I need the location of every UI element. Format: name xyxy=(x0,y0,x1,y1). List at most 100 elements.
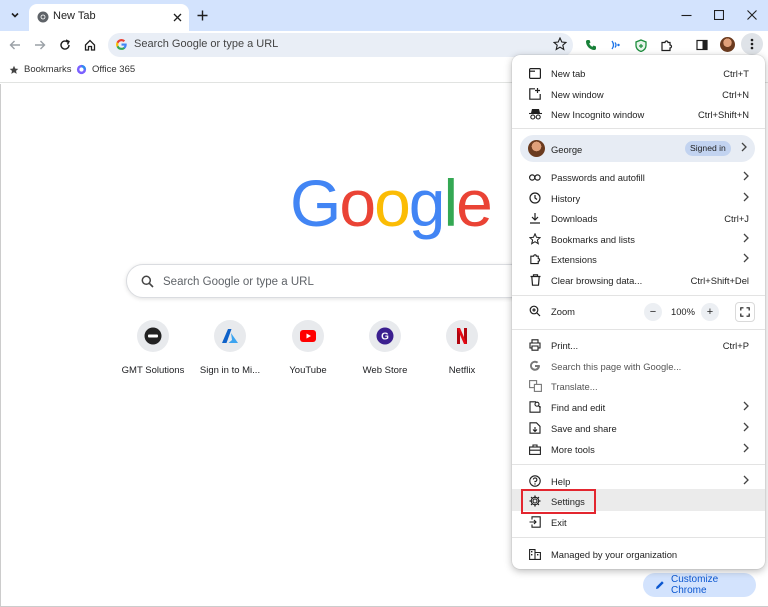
side-panel-icon[interactable] xyxy=(693,36,711,54)
menu-item-extensions[interactable]: Extensions xyxy=(512,249,765,269)
zoom-out-button[interactable]: − xyxy=(644,303,662,321)
bookmark-label: Bookmarks xyxy=(24,64,72,75)
menu-item-zoom: Zoom − 100% + xyxy=(512,301,765,323)
star-icon[interactable] xyxy=(553,37,567,51)
tab-strip: New Tab xyxy=(0,0,768,31)
reload-icon[interactable] xyxy=(56,36,74,54)
help-icon xyxy=(528,474,542,488)
azure-icon xyxy=(214,320,246,352)
menu-label: Passwords and autofill xyxy=(551,172,645,183)
gmt-solutions-icon xyxy=(137,320,169,352)
incognito-icon xyxy=(528,107,542,121)
shortcut-label: Sign in to Mi... xyxy=(199,365,261,376)
bookmark-item-office-365[interactable]: Office 365 xyxy=(76,64,135,75)
menu-item-history[interactable]: History xyxy=(512,188,765,208)
menu-divider xyxy=(512,329,765,330)
menu-item-print[interactable]: Print... Ctrl+P xyxy=(512,335,765,355)
menu-label: New window xyxy=(551,89,604,100)
google-g-icon xyxy=(115,38,128,51)
menu-item-search-this-page[interactable]: Search this page with Google... xyxy=(512,356,765,376)
home-icon[interactable] xyxy=(81,36,99,54)
wifi-icon[interactable] xyxy=(607,36,625,54)
youtube-icon xyxy=(292,320,324,352)
fullscreen-icon[interactable] xyxy=(735,302,755,322)
menu-label: Bookmarks and lists xyxy=(551,234,635,245)
translate-icon xyxy=(528,379,542,393)
building-icon xyxy=(528,547,542,561)
menu-item-more-tools[interactable]: More tools xyxy=(512,439,765,459)
avatar xyxy=(528,140,545,157)
close-icon[interactable] xyxy=(170,10,184,24)
chevron-right-icon xyxy=(740,142,748,152)
chevron-right-icon xyxy=(742,422,750,432)
profile-name: George xyxy=(551,144,583,155)
menu-divider xyxy=(512,128,765,129)
chevron-right-icon xyxy=(742,233,750,243)
star-icon xyxy=(528,232,542,246)
menu-item-clear-browsing-data[interactable]: Clear browsing data... Ctrl+Shift+Del xyxy=(512,270,765,290)
menu-label: Zoom xyxy=(551,306,575,317)
logo-letter: G xyxy=(290,166,341,240)
download-icon xyxy=(528,211,542,225)
phone-icon[interactable] xyxy=(582,36,600,54)
kebab-menu-icon[interactable] xyxy=(741,33,763,55)
back-icon[interactable] xyxy=(6,36,24,54)
ntp-search-box[interactable]: Search Google or type a URL xyxy=(126,264,546,298)
menu-item-help[interactable]: Help xyxy=(512,471,765,491)
menu-item-downloads[interactable]: Downloads Ctrl+J xyxy=(512,208,765,228)
menu-item-new-window[interactable]: New window Ctrl+N xyxy=(512,84,765,104)
plus-icon[interactable] xyxy=(193,6,211,24)
menu-label: Downloads xyxy=(551,213,598,224)
minimize-icon[interactable] xyxy=(677,6,695,24)
forward-icon[interactable] xyxy=(31,36,49,54)
window-close-icon[interactable] xyxy=(743,6,761,24)
shortcut-gmt-solutions[interactable]: GMT Solutions xyxy=(116,320,190,376)
tab-title: New Tab xyxy=(53,10,96,22)
menu-item-translate[interactable]: Translate... xyxy=(512,376,765,396)
extensions-icon[interactable] xyxy=(657,36,675,54)
menu-item-new-tab[interactable]: New tab Ctrl+T xyxy=(512,63,765,83)
netflix-icon xyxy=(446,320,478,352)
menu-shortcut: Ctrl+T xyxy=(723,68,749,79)
tab-new-tab[interactable]: New Tab xyxy=(29,4,189,31)
maximize-icon[interactable] xyxy=(710,6,728,24)
menu-item-save-and-share[interactable]: Save and share xyxy=(512,418,765,438)
shortcut-web-store[interactable]: G Web Store xyxy=(348,320,422,376)
shortcut-netflix[interactable]: Netflix xyxy=(425,320,499,376)
shortcut-label: YouTube xyxy=(289,365,327,376)
chevron-right-icon xyxy=(742,192,750,202)
shortcut-youtube[interactable]: YouTube xyxy=(271,320,345,376)
bookmark-item-bookmarks[interactable]: Bookmarks xyxy=(9,64,72,75)
customize-chrome-button[interactable]: Customize Chrome xyxy=(643,573,756,597)
menu-label: History xyxy=(551,193,581,204)
pencil-icon xyxy=(655,580,665,590)
zoom-icon xyxy=(528,304,542,318)
logo-letter: l xyxy=(443,166,459,240)
toolbox-icon xyxy=(528,442,542,456)
google-logo: Google xyxy=(290,166,493,240)
menu-divider xyxy=(512,295,765,296)
zoom-level: 100% xyxy=(671,306,695,317)
menu-label: Search this page with Google... xyxy=(551,361,682,372)
menu-item-managed[interactable]: Managed by your organization xyxy=(512,544,765,564)
menu-item-new-incognito-window[interactable]: New Incognito window Ctrl+Shift+N xyxy=(512,104,765,124)
shortcut-sign-in[interactable]: Sign in to Mi... xyxy=(193,320,267,376)
tab-search-icon[interactable] xyxy=(5,5,25,25)
menu-item-exit[interactable]: Exit xyxy=(512,512,765,532)
menu-item-bookmarks-and-lists[interactable]: Bookmarks and lists xyxy=(512,229,765,249)
web-store-icon: G xyxy=(369,320,401,352)
google-icon xyxy=(528,359,542,373)
menu-label: New Incognito window xyxy=(551,109,645,120)
menu-item-passwords-and-autofill[interactable]: Passwords and autofill xyxy=(512,167,765,187)
shield-icon[interactable] xyxy=(632,36,650,54)
extensions-icon xyxy=(528,252,542,266)
zoom-in-button[interactable]: + xyxy=(701,303,719,321)
menu-label: Find and edit xyxy=(551,402,606,413)
avatar[interactable] xyxy=(720,37,735,52)
omnibox[interactable]: Search Google or type a URL xyxy=(108,33,573,57)
key-icon xyxy=(528,170,542,184)
menu-item-find-and-edit[interactable]: Find and edit xyxy=(512,397,765,417)
star-icon xyxy=(9,65,19,75)
bookmark-label: Office 365 xyxy=(92,64,136,75)
menu-profile-row[interactable]: George Signed in xyxy=(520,135,755,162)
